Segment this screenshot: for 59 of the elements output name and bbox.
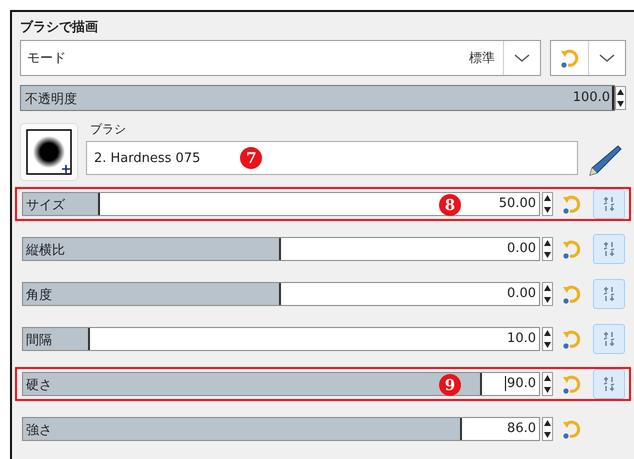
broken-chain-icon [603, 331, 615, 347]
brush-label: ブラシ [89, 121, 127, 138]
slider-label: 硬さ [26, 377, 52, 394]
reset-icon[interactable] [561, 328, 583, 350]
reset-icon[interactable] [558, 47, 580, 69]
reset-icon[interactable] [561, 418, 583, 440]
slider-value[interactable]: 0.00 [507, 241, 536, 256]
opacity-slider[interactable]: 不透明度 100.0 [20, 85, 615, 111]
slider-label: 不透明度 [25, 91, 77, 108]
number-badge: 8 [439, 194, 461, 216]
slider[interactable]: 縦横比 0.00 [22, 237, 540, 261]
spin-arrows-icon[interactable] [542, 372, 553, 396]
slider[interactable]: 角度 0.00 [22, 282, 540, 306]
slider-value[interactable]: 100.0 [572, 90, 610, 105]
slider-value[interactable]: 86.0 [507, 421, 536, 436]
pencil-icon[interactable] [588, 143, 622, 177]
slider[interactable]: サイズ 8 50.00 [22, 192, 540, 216]
spin-arrows-icon[interactable] [615, 86, 626, 110]
caret-icon [599, 53, 615, 63]
slider-label: サイズ [26, 197, 65, 214]
slider-label: 間隔 [26, 332, 52, 349]
broken-chain-icon [603, 286, 615, 302]
spin-arrows-icon[interactable] [542, 282, 553, 306]
chain-button[interactable] [593, 189, 625, 219]
mode-dropdown[interactable]: モード 標準 [20, 40, 541, 76]
brush-preview-icon [26, 129, 72, 175]
number-badge: 7 [240, 147, 262, 169]
slider[interactable]: 強さ 86.0 [22, 417, 540, 441]
chain-button[interactable] [593, 279, 625, 309]
slider-value[interactable]: 0.00 [507, 286, 536, 301]
reset-icon[interactable] [561, 193, 583, 215]
mode-value: 標準 [469, 50, 496, 67]
spin-arrows-icon[interactable] [542, 417, 553, 441]
chain-button[interactable] [593, 234, 625, 264]
reset-dropdown[interactable] [550, 40, 626, 76]
broken-chain-icon [603, 196, 615, 212]
slider[interactable]: 硬さ 9 90.0 [22, 372, 540, 396]
spin-arrows-icon[interactable] [542, 192, 553, 216]
reset-icon[interactable] [561, 238, 583, 260]
slider-value[interactable]: 50.00 [498, 196, 536, 211]
caret-icon [514, 53, 530, 63]
mode-label: モード [26, 50, 67, 67]
panel-title: ブラシで描画 [20, 18, 99, 37]
slider-label: 強さ [26, 422, 52, 439]
slider-value[interactable]: 90.0 [505, 376, 536, 391]
spin-arrows-icon[interactable] [542, 327, 553, 351]
reset-icon[interactable] [561, 373, 583, 395]
chain-button[interactable] [593, 369, 625, 399]
broken-chain-icon [603, 376, 615, 392]
chain-button[interactable] [593, 324, 625, 354]
brush-preview-button[interactable] [20, 123, 78, 181]
slider[interactable]: 間隔 10.0 [22, 327, 540, 351]
broken-chain-icon [603, 241, 615, 257]
slider-label: 角度 [26, 287, 52, 304]
reset-icon[interactable] [561, 283, 583, 305]
slider-value[interactable]: 10.0 [507, 331, 536, 346]
slider-label: 縦横比 [26, 242, 65, 259]
brush-name-field[interactable]: 2. Hardness 075 7 [86, 141, 578, 175]
spin-arrows-icon[interactable] [542, 237, 553, 261]
